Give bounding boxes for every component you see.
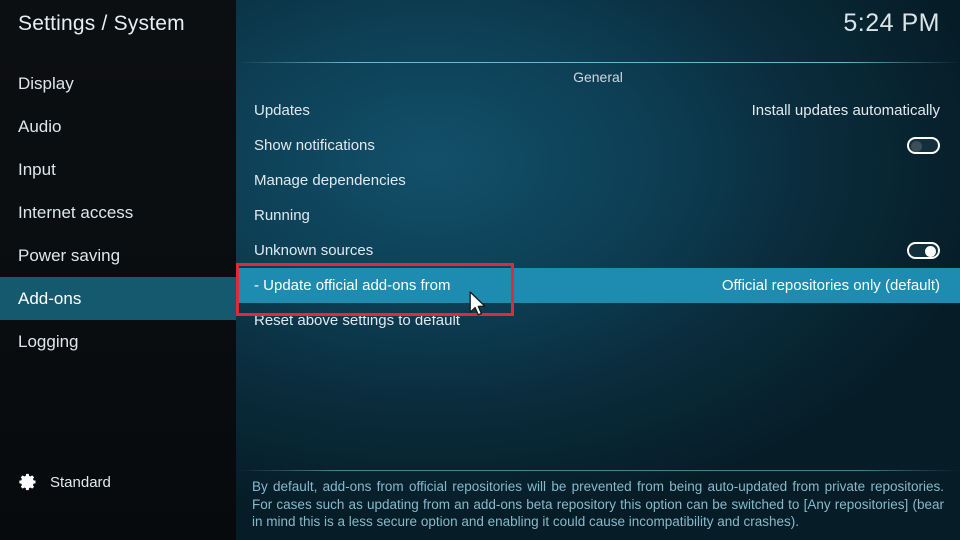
toggle-knob [911,140,922,152]
setting-value[interactable]: Install updates automatically [752,102,940,119]
settings-level-label: Standard [50,473,111,491]
setting-row-unknown-sources[interactable]: Unknown sources [236,233,960,268]
setting-label: Show notifications [254,137,375,154]
sidebar-item-display[interactable]: Display [0,62,236,105]
setting-label: Reset above settings to default [254,312,460,329]
setting-row-manage-dependencies[interactable]: Manage dependencies [236,163,960,198]
setting-row-updates[interactable]: Updates Install updates automatically [236,93,960,128]
clock: 5:24 PM [843,9,940,37]
settings-list: Updates Install updates automatically Sh… [236,93,960,338]
setting-row-show-notifications[interactable]: Show notifications [236,128,960,163]
sidebar-item-power-saving[interactable]: Power saving [0,234,236,277]
toggle-show-notifications[interactable] [907,137,940,154]
page-title: Settings / System [18,12,185,35]
header-divider [236,62,960,63]
setting-row-update-official-addons-from[interactable]: - Update official add-ons from Official … [236,268,960,303]
setting-value[interactable]: Official repositories only (default) [722,277,940,294]
setting-label: - Update official add-ons from [254,277,451,294]
setting-description: By default, add-ons from official reposi… [252,479,944,529]
kodi-settings-window: Settings / System Display Audio Input In… [0,0,960,540]
sidebar-item-input[interactable]: Input [0,148,236,191]
sidebar-item-logging[interactable]: Logging [0,320,236,363]
sidebar: Settings / System Display Audio Input In… [0,0,236,540]
toggle-unknown-sources[interactable] [907,242,940,259]
sidebar-item-add-ons[interactable]: Add-ons [0,277,236,320]
category-heading: General [573,69,623,85]
toggle-knob [925,245,936,257]
sidebar-nav: Display Audio Input Internet access Powe… [0,62,236,363]
setting-label: Manage dependencies [254,172,406,189]
footer-divider [236,470,960,471]
sidebar-item-audio[interactable]: Audio [0,105,236,148]
sidebar-item-internet-access[interactable]: Internet access [0,191,236,234]
setting-label: Unknown sources [254,242,374,259]
setting-row-reset-above-settings[interactable]: Reset above settings to default [236,303,960,338]
setting-row-running[interactable]: Running [236,198,960,233]
mouse-cursor [469,291,488,322]
gear-icon [18,472,38,492]
setting-label: Updates [254,102,310,119]
setting-label: Running [254,207,310,224]
settings-level-selector[interactable]: Standard [18,472,111,492]
